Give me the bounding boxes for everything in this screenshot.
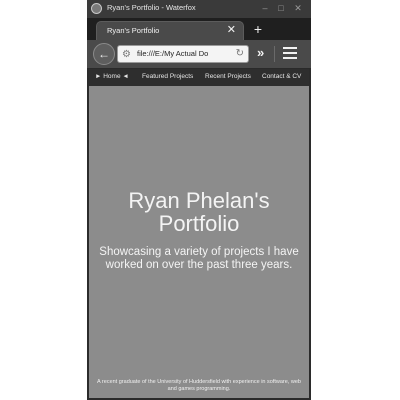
nav-link-home[interactable]: ► Home ◄	[95, 73, 129, 80]
nav-link-contact-cv[interactable]: Contact & CV	[262, 73, 301, 80]
close-window-icon[interactable]: ✕	[292, 2, 304, 14]
url-bar[interactable]: ⚙ file:///E:/My Actual Do ↻	[117, 45, 249, 63]
hero-title: Ryan Phelan's Portfolio	[128, 188, 270, 236]
minimize-icon[interactable]: –	[259, 2, 271, 14]
toolbar-separator	[274, 46, 275, 62]
site-navigation: ► Home ◄ Featured Projects Recent Projec…	[89, 69, 309, 86]
hero-subtitle: Showcasing a variety of projects I have …	[99, 246, 299, 271]
window-title: Ryan's Portfolio - Waterfox	[107, 3, 196, 12]
page-icon: ⚙	[122, 49, 131, 60]
tab-close-icon[interactable]: ✕	[227, 24, 236, 36]
navigation-toolbar: ← ⚙ file:///E:/My Actual Do ↻ »	[87, 40, 311, 69]
title-bar: Ryan's Portfolio - Waterfox – □ ✕	[87, 0, 311, 19]
tab-strip: Ryan's Portfolio ✕ +	[87, 18, 311, 40]
tab-ryans-portfolio[interactable]: Ryan's Portfolio ✕	[96, 21, 244, 40]
url-text[interactable]: file:///E:/My Actual Do	[137, 49, 229, 58]
reload-icon[interactable]: ↻	[236, 48, 244, 60]
page-viewport: ► Home ◄ Featured Projects Recent Projec…	[89, 69, 309, 398]
waterfox-app-icon	[91, 3, 102, 14]
overflow-chevron-icon[interactable]: »	[257, 46, 264, 60]
hamburger-menu-icon[interactable]	[283, 47, 297, 59]
back-button[interactable]: ←	[93, 43, 115, 65]
footer-text: A recent graduate of the University of H…	[97, 379, 301, 392]
nav-link-recent-projects[interactable]: Recent Projects	[205, 73, 251, 80]
maximize-icon[interactable]: □	[275, 2, 287, 14]
browser-window: Ryan's Portfolio - Waterfox – □ ✕ Ryan's…	[87, 0, 311, 400]
new-tab-button[interactable]: +	[250, 21, 266, 37]
tab-label: Ryan's Portfolio	[107, 26, 160, 35]
nav-link-featured-projects[interactable]: Featured Projects	[142, 73, 193, 80]
